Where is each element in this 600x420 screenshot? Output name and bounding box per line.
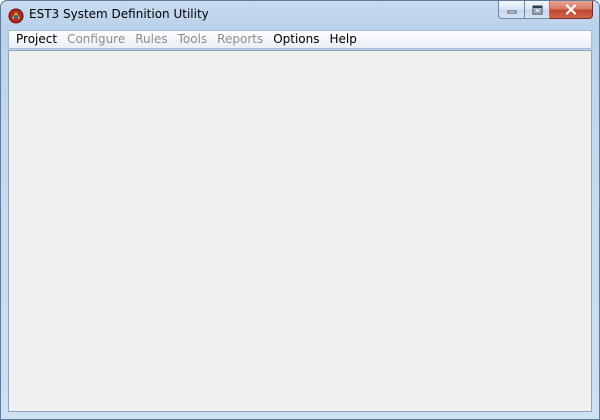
minimize-button[interactable] <box>498 1 524 19</box>
menu-project[interactable]: Project <box>13 31 64 48</box>
close-icon <box>565 0 577 19</box>
menu-rules[interactable]: Rules <box>132 31 174 48</box>
menu-bar: Project Configure Rules Tools Reports Op… <box>8 30 592 49</box>
caption-buttons <box>498 1 593 20</box>
app-window: EST3 System Definition Utility Project C… <box>0 0 600 420</box>
est3-app-icon[interactable] <box>8 8 24 24</box>
menu-tools[interactable]: Tools <box>175 31 215 48</box>
close-button[interactable] <box>550 1 593 19</box>
title-bar[interactable]: EST3 System Definition Utility <box>1 1 599 29</box>
menu-help[interactable]: Help <box>327 31 364 48</box>
minimize-icon <box>507 0 517 19</box>
menu-reports[interactable]: Reports <box>214 31 270 48</box>
menu-options[interactable]: Options <box>270 31 326 48</box>
maximize-icon <box>532 0 543 19</box>
window-title: EST3 System Definition Utility <box>29 7 209 21</box>
maximize-button[interactable] <box>524 1 550 19</box>
menu-configure[interactable]: Configure <box>64 31 132 48</box>
mdi-client-area <box>8 50 592 412</box>
